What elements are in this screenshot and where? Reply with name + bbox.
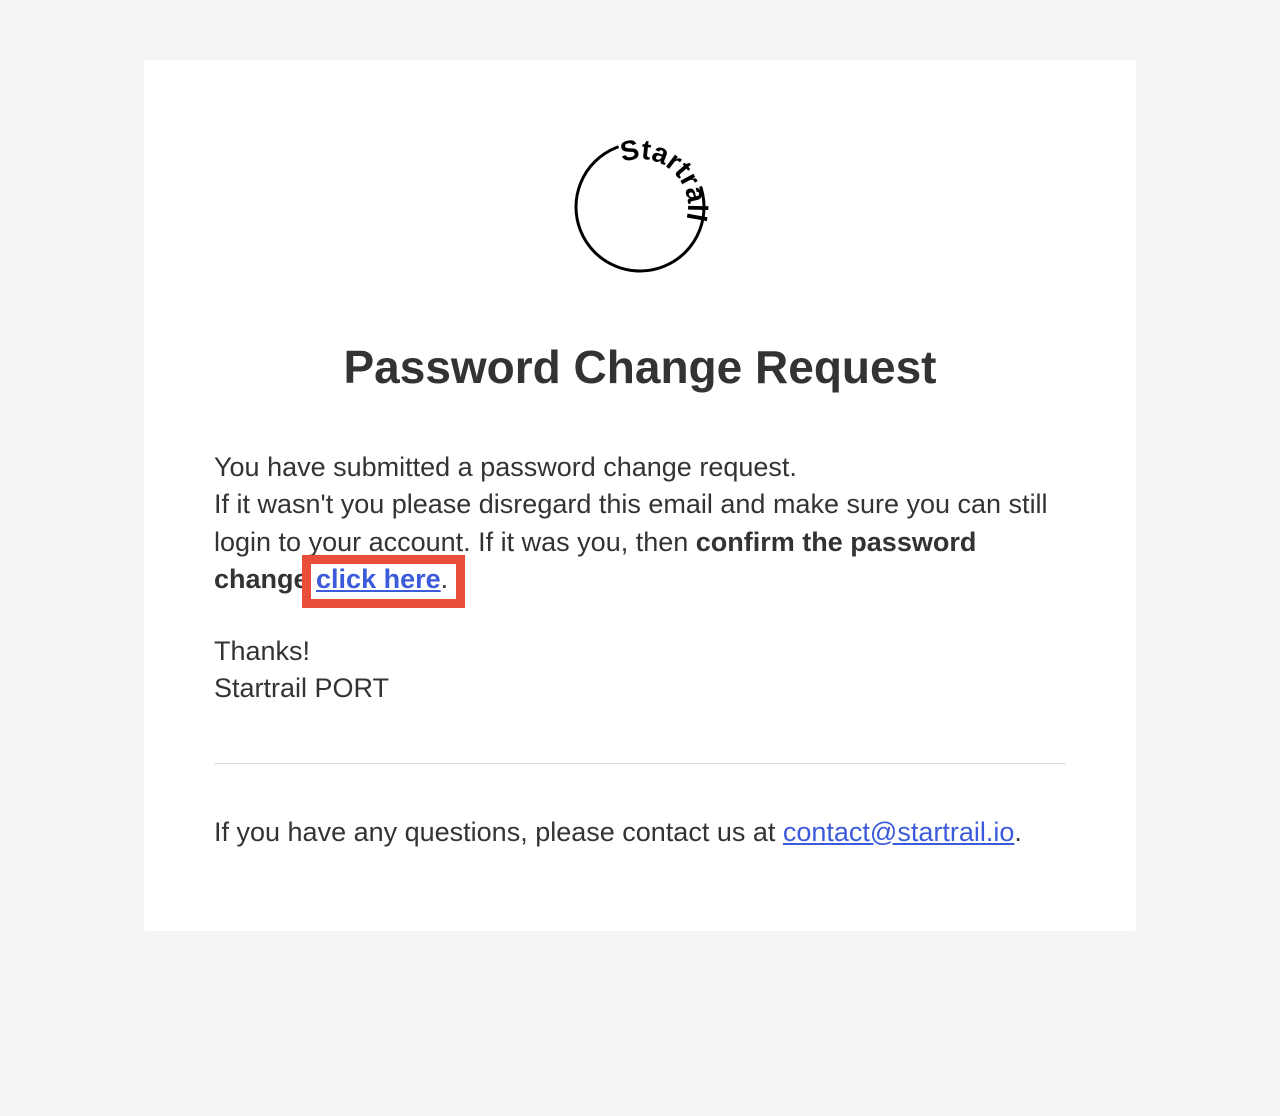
logo-container: Startrail bbox=[214, 130, 1066, 285]
startrail-logo-icon: Startrail bbox=[565, 130, 715, 280]
footer-prefix: If you have any questions, please contac… bbox=[214, 817, 783, 847]
signature-sender: Startrail PORT bbox=[214, 673, 389, 703]
contact-email-link[interactable]: contact@startrail.io bbox=[783, 817, 1015, 847]
signature-thanks: Thanks! bbox=[214, 636, 310, 666]
page-title: Password Change Request bbox=[214, 340, 1066, 394]
signature-block: Thanks! Startrail PORT bbox=[214, 633, 1066, 708]
footer-paragraph: If you have any questions, please contac… bbox=[214, 814, 1066, 851]
divider bbox=[214, 763, 1066, 764]
confirm-link[interactable]: click here bbox=[316, 564, 441, 594]
highlight-box: click here bbox=[316, 561, 441, 598]
email-card: Startrail Password Change Request You ha… bbox=[144, 60, 1136, 931]
body-line1: You have submitted a password change req… bbox=[214, 452, 797, 482]
body-period: . bbox=[441, 564, 449, 594]
footer-suffix: . bbox=[1014, 817, 1022, 847]
body-paragraph: You have submitted a password change req… bbox=[214, 449, 1066, 598]
